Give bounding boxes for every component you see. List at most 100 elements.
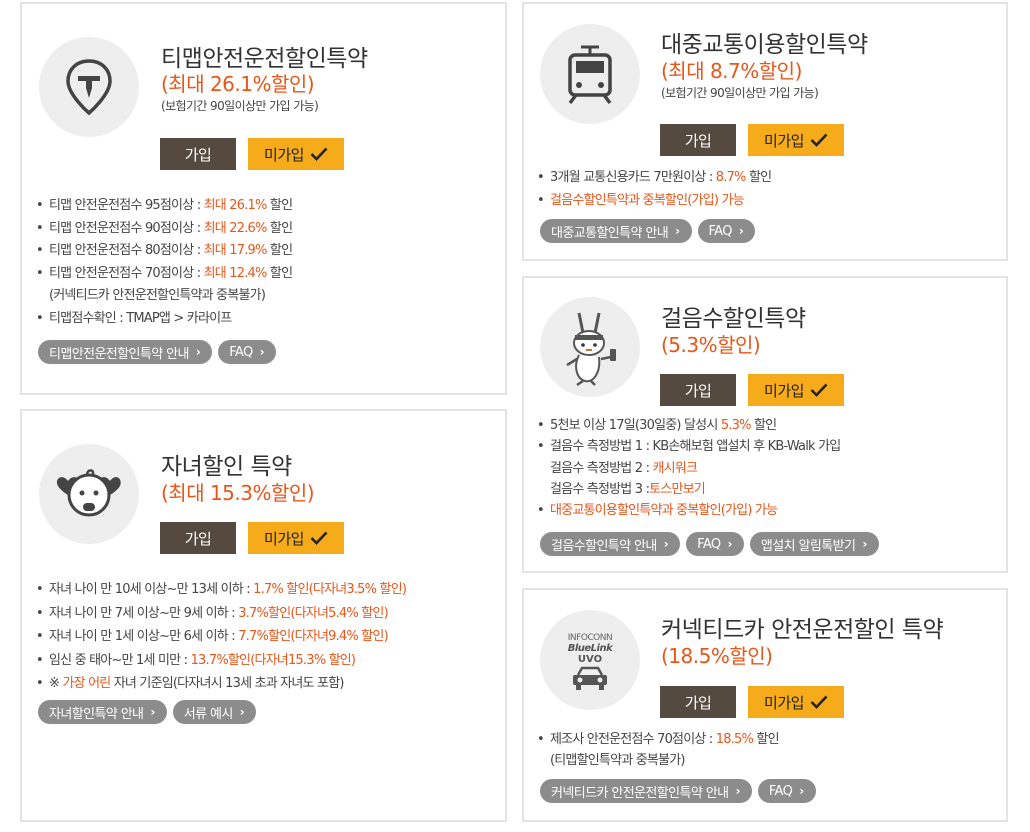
- list-item: 티맵 안전운전점수 90점이상 : 최대 22.6% 할인: [36, 218, 293, 241]
- list-item: 걸음수 측정방법 2 : 캐시워크: [550, 460, 698, 476]
- join-label: 가입: [684, 381, 712, 400]
- discount-rate: (최대 8.7%할인): [661, 59, 802, 83]
- check-icon: [310, 531, 328, 545]
- list-item: 5천보 이상 17일(30일중) 달성시 5.3% 할인: [537, 415, 840, 437]
- chevron-right-icon: ›: [150, 705, 155, 719]
- join-label: 가입: [684, 693, 712, 712]
- chevron-right-icon: ›: [862, 537, 867, 551]
- list-item: 대중교통이용할인특약과 중복할인(가입) 가능: [537, 500, 840, 522]
- walk-discount-card: 걸음수할인특약 (5.3%할인) 가입 미가입 5천보 이상 17일(30일중)…: [522, 276, 1008, 573]
- chevron-right-icon: ›: [735, 784, 740, 798]
- not-join-label: 미가입: [264, 145, 304, 164]
- check-icon: [810, 695, 828, 709]
- transit-link-group: 대중교통할인특약 안내 › FAQ ›: [540, 219, 756, 243]
- connected-link-group: 커넥티드카 안전운전할인특약 안내 › FAQ ›: [540, 779, 816, 803]
- check-icon: [310, 147, 328, 161]
- join-label: 가입: [184, 529, 212, 548]
- discount-rate: (5.3%할인): [661, 333, 761, 357]
- infoconn-logo: INFOCONN: [567, 633, 613, 643]
- list-item: (커넥티드카 안전운전할인특약과 중복불가): [49, 288, 266, 304]
- join-button[interactable]: 가입: [160, 138, 236, 170]
- not-join-button[interactable]: 미가입: [248, 522, 344, 554]
- tmap-link-group: 티맵안전운전할인특약 안내 › FAQ ›: [38, 340, 276, 364]
- check-icon: [810, 133, 828, 147]
- join-button[interactable]: 가입: [660, 124, 736, 156]
- not-join-label: 미가입: [764, 131, 804, 150]
- not-join-label: 미가입: [764, 381, 804, 400]
- chevron-right-icon: ›: [799, 784, 804, 798]
- chevron-right-icon: ›: [675, 224, 680, 238]
- tmap-pin-icon: [66, 59, 112, 116]
- walk-link-group: 걸음수할인특약 안내 › FAQ › 앱설치 알림톡받기 ›: [540, 532, 879, 556]
- chevron-right-icon: ›: [195, 345, 201, 359]
- transit-icon-circle: [540, 24, 640, 124]
- list-item: 3개월 교통신용카드 7만원이상 : 8.7% 할인: [537, 167, 772, 190]
- not-join-label: 미가입: [264, 529, 304, 548]
- list-item: 티맵 안전운전점수 70점이상 : 최대 12.4% 할인: [36, 263, 293, 286]
- baby-hearts-icon: [56, 469, 121, 517]
- child-guide-link[interactable]: 자녀할인특약 안내 ›: [38, 700, 167, 724]
- discount-rate: (최대 15.3%할인): [161, 481, 315, 505]
- list-item: 걸음수 측정방법 1 : KB손해보험 앱설치 후 KB-Walk 가입: [537, 436, 841, 458]
- list-item: 티맵 안전운전점수 80점이상 : 최대 17.9% 할인: [36, 240, 293, 263]
- car-icon: [573, 666, 607, 690]
- chevron-right-icon: ›: [259, 345, 265, 359]
- check-icon: [810, 383, 828, 397]
- join-button[interactable]: 가입: [660, 374, 736, 406]
- tmap-icon-circle: [39, 37, 139, 137]
- not-join-button[interactable]: 미가입: [748, 686, 844, 718]
- chevron-right-icon: ›: [663, 537, 669, 551]
- list-item: (티맵할인특약과 중복불가): [550, 753, 685, 768]
- insurance-period-note: (보험기간 90일이상만 가입 가능): [161, 99, 319, 113]
- join-label: 가입: [684, 131, 712, 150]
- tmap-discount-card: 티맵안전운전할인특약 (최대 26.1%할인) (보험기간 90일이상만 가입 …: [20, 2, 507, 395]
- train-icon: [568, 45, 612, 105]
- bluelink-logo: BlueLink: [567, 643, 613, 654]
- faq-link[interactable]: FAQ ›: [686, 532, 744, 556]
- not-join-button[interactable]: 미가입: [248, 138, 344, 170]
- list-item: 티맵점수확인 : TMAP앱 > 카라이프: [36, 308, 292, 331]
- list-item: 자녀 나이 만 10세 이상~만 13세 이하 : 1.7% 할인(다자녀3.5…: [36, 578, 407, 602]
- transit-guide-link[interactable]: 대중교통할인특약 안내 ›: [540, 219, 692, 243]
- list-item: 자녀 나이 만 1세 이상~만 6세 이하 : 7.7%할인(다자녀9.4% 할…: [36, 625, 406, 649]
- walk-guide-link[interactable]: 걸음수할인특약 안내 ›: [540, 532, 681, 556]
- insurance-period-note: (보험기간 90일이상만 가입 가능): [661, 86, 819, 100]
- uvo-logo: UVO: [577, 654, 603, 665]
- tmap-condition-list: 티맵 안전운전점수 95점이상 : 최대 26.1% 할인 티맵 안전운전점수 …: [36, 195, 293, 331]
- faq-link[interactable]: FAQ ›: [218, 340, 276, 364]
- not-join-button[interactable]: 미가입: [748, 374, 844, 406]
- chevron-right-icon: ›: [727, 537, 733, 551]
- not-join-label: 미가입: [764, 693, 804, 712]
- connected-guide-link[interactable]: 커넥티드카 안전운전할인특약 안내 ›: [540, 779, 752, 803]
- connected-condition-list: 제조사 안전운전점수 70점이상 : 18.5% 할인 (티맵할인특약과 중복불…: [537, 729, 780, 771]
- discount-rate: (18.5%할인): [661, 644, 773, 668]
- documents-example-link[interactable]: 서류 예시 ›: [172, 700, 257, 724]
- card-title: 대중교통이용할인특약: [661, 32, 868, 58]
- list-item: ※ 가장 어린 자녀 기준임(다자녀시 13세 초과 자녀도 포함): [36, 672, 406, 696]
- faq-link[interactable]: FAQ ›: [757, 779, 816, 803]
- list-item: 티맵 안전운전점수 95점이상 : 최대 26.1% 할인: [36, 195, 293, 218]
- card-title: 커넥티드카 안전운전할인 특약: [661, 617, 944, 643]
- join-label: 가입: [184, 145, 212, 164]
- tmap-guide-link[interactable]: 티맵안전운전할인특약 안내 ›: [38, 340, 213, 364]
- list-item: 걸음수 측정방법 3 :토스만보기: [550, 481, 706, 497]
- discount-rate: (최대 26.1%할인): [161, 72, 315, 96]
- card-title: 자녀할인 특약: [161, 454, 292, 480]
- app-install-alert-link[interactable]: 앱설치 알림톡받기 ›: [749, 532, 879, 556]
- not-join-button[interactable]: 미가입: [748, 124, 844, 156]
- join-button[interactable]: 가입: [660, 686, 736, 718]
- chevron-right-icon: ›: [738, 224, 744, 238]
- walk-condition-list: 5천보 이상 17일(30일중) 달성시 5.3% 할인 걸음수 측정방법 1 …: [537, 415, 841, 522]
- child-icon-circle: [39, 444, 139, 544]
- list-item: 걸음수할인특약과 중복할인(가입) 가능: [537, 190, 771, 213]
- faq-link[interactable]: FAQ ›: [697, 219, 756, 243]
- child-condition-list: 자녀 나이 만 10세 이상~만 13세 이하 : 1.7% 할인(다자녀3.5…: [36, 578, 407, 696]
- chevron-right-icon: ›: [239, 705, 245, 719]
- child-link-group: 자녀할인특약 안내 › 서류 예시 ›: [38, 700, 257, 724]
- connected-car-discount-card: INFOCONN BlueLink UVO 커넥티드카 안전운전할인 특약 (1…: [522, 588, 1008, 822]
- join-button[interactable]: 가입: [160, 522, 236, 554]
- child-discount-card: 자녀할인 특약 (최대 15.3%할인) 가입 미가입 자녀 나이 만 10세 …: [20, 409, 507, 822]
- transit-discount-card: 대중교통이용할인특약 (최대 8.7%할인) (보험기간 90일이상만 가입 가…: [522, 2, 1008, 261]
- transit-condition-list: 3개월 교통신용카드 7만원이상 : 8.7% 할인 걸음수할인특약과 중복할인…: [537, 167, 772, 213]
- list-item: 제조사 안전운전점수 70점이상 : 18.5% 할인: [537, 729, 780, 750]
